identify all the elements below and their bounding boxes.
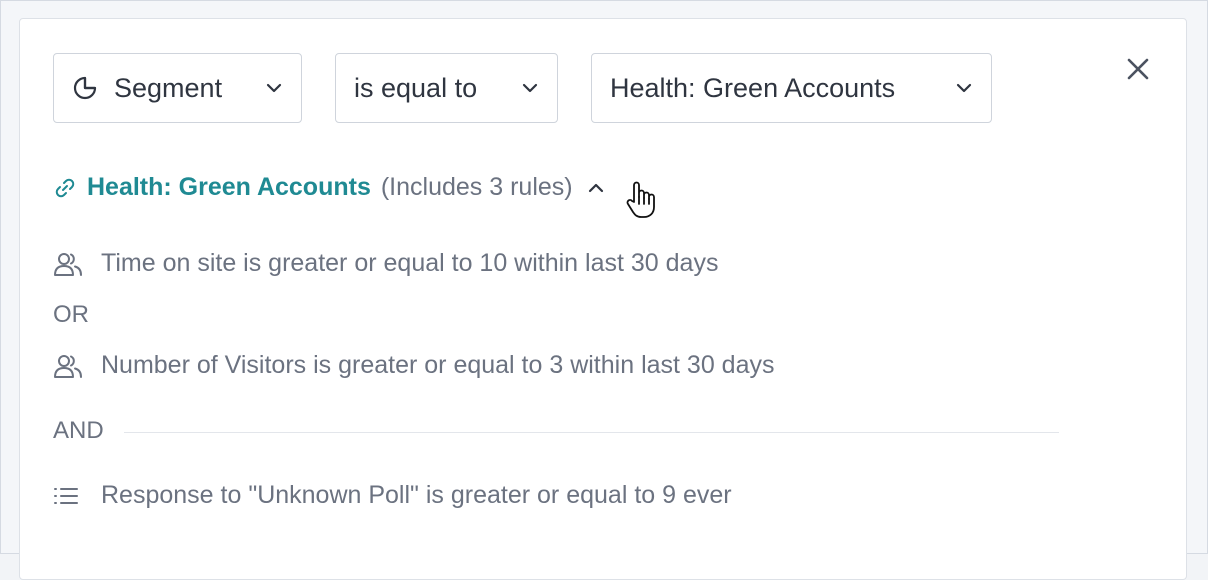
chevron-down-icon: [955, 82, 973, 94]
rule-item: Time on site is greater or equal to 10 w…: [53, 249, 718, 278]
segment-type-dropdown[interactable]: Segment: [53, 53, 302, 123]
chevron-down-icon: [265, 82, 283, 94]
or-operator-label: OR: [53, 301, 89, 328]
rule-text: Response to "Unknown Poll" is greater or…: [101, 481, 732, 509]
and-operator-label: AND: [53, 417, 104, 444]
rule-text: Time on site is greater or equal to 10 w…: [101, 249, 719, 277]
hand-pointer-cursor-icon: [624, 180, 660, 225]
and-divider: [124, 432, 1059, 433]
pie-chart-icon: [72, 75, 98, 101]
users-icon: [53, 251, 83, 277]
segment-type-label: Segment: [114, 72, 223, 103]
chevron-down-icon: [521, 82, 539, 94]
users-icon: [53, 353, 83, 379]
list-icon: [53, 486, 83, 506]
segment-value-label: Health: Green Accounts: [610, 72, 896, 103]
operator-label: is equal to: [354, 72, 478, 103]
segment-filter-panel: Segment is equal to Health: Green Accoun…: [19, 18, 1187, 580]
remove-filter-button[interactable]: [1120, 51, 1156, 87]
close-icon: [1126, 57, 1150, 81]
operator-dropdown[interactable]: is equal to: [335, 53, 558, 123]
link-icon: [53, 176, 77, 200]
rule-item: Response to "Unknown Poll" is greater or…: [53, 481, 732, 510]
rule-text: Number of Visitors is greater or equal t…: [101, 351, 775, 379]
rule-item: Number of Visitors is greater or equal t…: [53, 351, 774, 380]
segment-value-dropdown[interactable]: Health: Green Accounts: [591, 53, 992, 123]
linked-segment-row: Health: Green Accounts (Includes 3 rules…: [53, 173, 605, 202]
rules-count-note: (Includes 3 rules): [380, 173, 573, 201]
collapse-rules-button[interactable]: [587, 182, 605, 194]
linked-segment-link[interactable]: Health: Green Accounts: [87, 173, 371, 202]
